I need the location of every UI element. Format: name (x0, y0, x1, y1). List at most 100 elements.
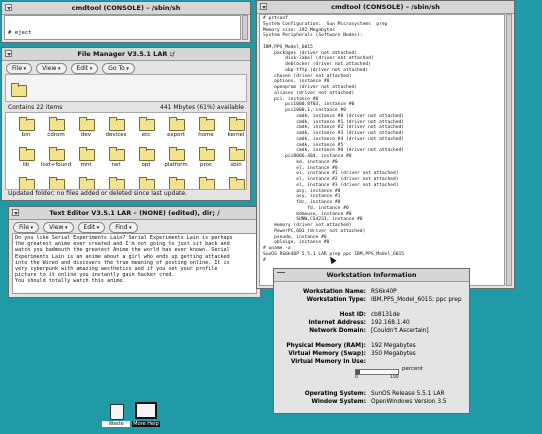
folder-icon[interactable] (109, 177, 125, 189)
folder-icon[interactable] (109, 117, 125, 131)
folder-icon[interactable] (229, 147, 245, 161)
waste-desktop-icon[interactable]: Waste (102, 404, 130, 432)
info-label: Host ID: (339, 312, 366, 318)
menu-edit[interactable]: Edit (70, 63, 99, 74)
folder-icon[interactable] (229, 117, 245, 131)
info-value: 192.168.1.40 (371, 320, 410, 326)
cmdtool-console-window: cmdtool (CONSOLE) – /sbin/sh # prtconf Sy… (256, 0, 515, 289)
folder-label: proc (199, 162, 213, 168)
folder-icon[interactable] (49, 177, 65, 189)
vm-max: 100 (390, 375, 399, 380)
info-row: Host ID: cb8131de (274, 312, 400, 318)
cmdtool-console-titlebar[interactable]: cmdtool (CONSOLE) – /sbin/sh (257, 1, 514, 14)
folder-icon[interactable] (169, 117, 185, 131)
info-value: 350 Megabytes (371, 351, 416, 357)
folder-icon[interactable] (19, 147, 35, 161)
text-editor-title: Text Editor V3.5.1 LAR – (NONE) (edited)… (49, 209, 220, 217)
folder-icon[interactable] (229, 177, 245, 189)
info-value: cb8131de (371, 312, 400, 318)
more-help-label: More Help (132, 421, 160, 427)
info-label: Window System: (311, 399, 366, 405)
folder-icon[interactable] (199, 147, 215, 161)
window-menu-icon[interactable] (5, 50, 12, 57)
disk-available: 441 Mbytes (61%) available (160, 104, 244, 111)
folder-label: devices (105, 132, 127, 138)
text-editor-window: Text Editor V3.5.1 LAR – (NONE) (edited)… (8, 206, 261, 298)
info-label: Virtual Memory (Swap): (288, 351, 366, 357)
folder-icon[interactable] (19, 177, 35, 189)
folder-label: lost+found (40, 162, 72, 168)
cmdtool-small-title: cmdtool (CONSOLE) – /sbin/sh (71, 4, 181, 12)
window-menu-icon[interactable] (12, 209, 19, 216)
folder-label: bin (21, 132, 31, 138)
folder-label: mnt (80, 162, 92, 168)
menu-view[interactable]: View (36, 63, 67, 74)
window-menu-icon[interactable] (5, 4, 12, 11)
info-value: SunOS Release 5.5.1 LAR (371, 391, 445, 397)
folder-label: lib (22, 162, 30, 168)
pushpin-icon[interactable] (277, 272, 285, 277)
terminal-line: # (263, 257, 266, 263)
folder-icon[interactable] (49, 117, 65, 131)
workstation-info-window: Workstation Information Workstation Name… (273, 268, 470, 414)
vm-unit: percent (402, 366, 424, 372)
cmdtool-small-terminal[interactable]: # eject # # (4, 15, 241, 40)
menu-find[interactable]: Find (109, 222, 138, 233)
cmdtool-console-terminal[interactable]: # prtconf System Configuration: Sun Micro… (259, 14, 505, 286)
info-label: Network Domain: (309, 328, 366, 334)
folder-label: net (111, 162, 121, 168)
vm-min: 0 (355, 375, 358, 380)
info-label: Workstation Name: (303, 289, 366, 295)
file-manager-menubar: File View Edit Go To (2, 61, 250, 74)
folder-icon[interactable] (139, 117, 155, 131)
info-row: Window System: OpenWindows Version 3.5 (274, 399, 447, 405)
folder-icon[interactable] (109, 147, 125, 161)
folder-label: etc (141, 132, 151, 138)
info-label: Virtual Memory In Use: (290, 359, 366, 365)
info-label: Operating System: (304, 391, 366, 397)
info-row: Operating System: SunOS Release 5.5.1 LAR (274, 391, 445, 397)
folder-icon[interactable] (79, 177, 95, 189)
info-row: Physical Memory (RAM): 192 Megabytes (274, 343, 416, 349)
text-editor-body[interactable]: Do you like Serial Experiments Lain? Ser… (12, 233, 257, 294)
menu-file[interactable]: File (13, 222, 40, 233)
file-manager-titlebar[interactable]: File Manager V3.5.1 LAR :/ (2, 48, 250, 61)
folder-icon[interactable] (169, 147, 185, 161)
folder-label: platform (164, 162, 188, 168)
menu-view[interactable]: View (43, 222, 74, 233)
path-pane (5, 74, 247, 102)
text-editor-titlebar[interactable]: Text Editor V3.5.1 LAR – (NONE) (edited)… (9, 207, 260, 220)
folder-icon[interactable] (169, 177, 185, 189)
file-manager-title: File Manager V3.5.1 LAR :/ (77, 50, 175, 58)
folder-pane: bin cdrom dev devices etc export home kernel li… (5, 112, 247, 190)
info-row: Virtual Memory (Swap): 350 Megabytes (274, 351, 416, 357)
cmdtool-console-title: cmdtool (CONSOLE) – /sbin/sh (331, 3, 440, 11)
folder-icon[interactable] (199, 177, 215, 189)
info-value: RS6k40P (371, 289, 397, 295)
info-label: Workstation Type: (306, 297, 366, 303)
menu-file[interactable]: File (6, 63, 33, 74)
folder-label: export (167, 132, 185, 138)
scrollbar[interactable] (506, 14, 512, 286)
info-row: Workstation Type: IBM,PPS_Model_6015; ppc… (274, 297, 462, 303)
folder-icon[interactable] (49, 147, 65, 161)
folder-icon[interactable] (139, 177, 155, 189)
folder-icon[interactable] (79, 147, 95, 161)
cmdtool-small-titlebar[interactable]: cmdtool (CONSOLE) – /sbin/sh (2, 2, 250, 15)
info-value: 192 Megabytes (371, 343, 416, 349)
more-help-desktop-icon[interactable]: More Help (132, 402, 160, 432)
window-menu-icon[interactable] (260, 3, 267, 10)
menu-goto[interactable]: Go To (102, 63, 135, 74)
vm-gauge-fill (356, 370, 361, 374)
folder-icon[interactable] (79, 117, 95, 131)
root-folder-icon[interactable] (11, 83, 27, 97)
folder-icon[interactable] (19, 117, 35, 131)
workstation-info-titlebar[interactable]: Workstation Information (274, 269, 469, 282)
info-value: [Couldn't Ascertain] (371, 328, 429, 334)
scrollbar[interactable] (242, 15, 248, 40)
folder-icon[interactable] (199, 117, 215, 131)
workstation-info-title: Workstation Information (326, 271, 417, 279)
menu-edit[interactable]: Edit (77, 222, 106, 233)
waste-icon (110, 404, 124, 420)
folder-icon[interactable] (139, 147, 155, 161)
